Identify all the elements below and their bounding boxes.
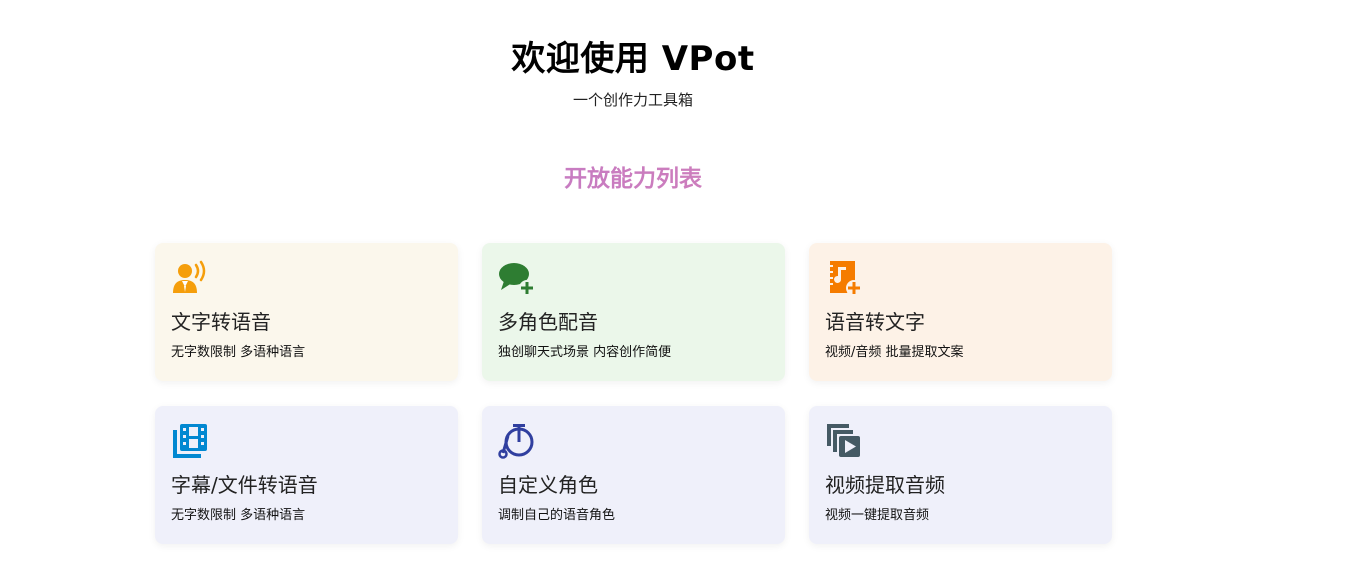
- hero-section: 欢迎使用 VPot 一个创作力工具箱: [0, 36, 1266, 110]
- card-title: 字幕/文件转语音: [171, 473, 318, 497]
- section-title: 开放能力列表: [0, 163, 1266, 195]
- card-description: 视频一键提取音频: [825, 508, 930, 523]
- card-title: 自定义角色: [498, 473, 598, 497]
- card-title: 文字转语音: [171, 310, 271, 334]
- card-title: 视频提取音频: [825, 473, 945, 497]
- page-subtitle: 一个创作力工具箱: [572, 91, 693, 109]
- page-title: 欢迎使用 VPot: [511, 39, 755, 79]
- film-strip-icon: [171, 422, 209, 460]
- card-description: 调制自己的语音角色: [498, 508, 616, 523]
- speaking-person-icon: [171, 259, 209, 297]
- card-text-to-speech[interactable]: 文字转语音 无字数限制 多语种语言: [155, 243, 458, 381]
- card-subtitle-file-to-speech[interactable]: 字幕/文件转语音 无字数限制 多语种语言: [155, 406, 458, 544]
- card-custom-role[interactable]: 自定义角色 调制自己的语音角色: [482, 406, 785, 544]
- video-library-icon: [825, 422, 863, 460]
- page: 欢迎使用 VPot 一个创作力工具箱 开放能力列表 文字转语音 无字数限制 多语…: [0, 0, 1362, 586]
- card-speech-to-text[interactable]: 语音转文字 视频/音频 批量提取文案: [809, 243, 1112, 381]
- card-title: 语音转文字: [825, 310, 925, 334]
- chat-add-icon: [498, 259, 536, 297]
- card-multi-role-dubbing[interactable]: 多角色配音 独创聊天式场景 内容创作简便: [482, 243, 785, 381]
- card-title: 多角色配音: [498, 310, 598, 334]
- card-video-extract-audio[interactable]: 视频提取音频 视频一键提取音频: [809, 406, 1112, 544]
- penny-farthing-icon: [498, 422, 536, 460]
- card-description: 独创聊天式场景 内容创作简便: [498, 345, 672, 360]
- card-description: 无字数限制 多语种语言: [171, 345, 306, 360]
- card-description: 无字数限制 多语种语言: [171, 508, 306, 523]
- card-description: 视频/音频 批量提取文案: [825, 345, 964, 360]
- capability-grid: 文字转语音 无字数限制 多语种语言 多角色配音 独创聊天式场景 内容创作简便 语…: [155, 243, 1112, 544]
- audio-file-add-icon: [825, 259, 863, 297]
